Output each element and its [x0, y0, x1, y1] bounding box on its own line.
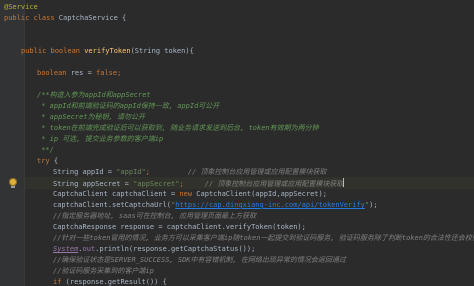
code-comment-line: //验证码服务采集到的客户端ip — [53, 267, 154, 275]
doc-comment-line: /**构造入参为appId和appSecret — [37, 91, 151, 99]
code-comment-line: //指定服务器地址, saas可在控制台, 应用管理页面最上方获取 — [53, 212, 257, 220]
code-line-annotation: @Service — [4, 3, 38, 11]
code-line-try: try { — [37, 157, 59, 165]
lightbulb-icon[interactable] — [9, 178, 17, 188]
url-link[interactable]: https://cap.dingxiang-inc.com/api/tokenV… — [175, 201, 365, 209]
code-comment-line: //针对一些token冒用的情况, 业务方可以采集客户端ip随token一起提交… — [53, 234, 474, 242]
code-line-class-decl: public class CaptchaService { — [4, 14, 127, 22]
code-line-appsecret: String appSecret = "appSecret"; // 顶象控制台… — [53, 178, 345, 188]
doc-comment-line: * ip 可选, 提交业务参数的客户端ip — [37, 135, 164, 143]
editor-gutter — [0, 0, 25, 286]
code-line-if: if (response.getResult()) { — [53, 278, 167, 286]
code-line-client: CaptchaClient captchaClient = new Captch… — [53, 190, 327, 198]
code-comment-line: //确保验证状态是SERVER_SUCCESS, SDK中有容错机制, 在网络出… — [53, 256, 346, 264]
code-line-method-decl: public boolean verifyToken(String token)… — [21, 47, 194, 55]
code-line-appid: String appId = "appId"; // 顶象控制台应用管理或应用配… — [53, 168, 327, 176]
code-line-response: CaptchaResponse response = captchaClient… — [53, 223, 306, 231]
code-line-res: boolean res = false; — [37, 69, 122, 77]
doc-comment-line: * token在前端完成验证后可以获取到, 随业务请求发送到后台, token有… — [37, 124, 319, 132]
doc-comment-line: * appSecret为秘钥, 请勿公开 — [37, 113, 146, 121]
code-line-println: System.out.println(response.getCaptchaSt… — [53, 245, 256, 253]
text-cursor — [343, 178, 345, 187]
code-editor[interactable]: @Service public class CaptchaService { p… — [0, 0, 474, 286]
code-line-seturl: captchaClient.setCaptchaUrl("https://cap… — [53, 201, 378, 209]
doc-comment-line: * appId和前端验证码的appId保持一致, appId可公开 — [37, 102, 220, 110]
doc-comment-line: **/ — [37, 146, 54, 154]
